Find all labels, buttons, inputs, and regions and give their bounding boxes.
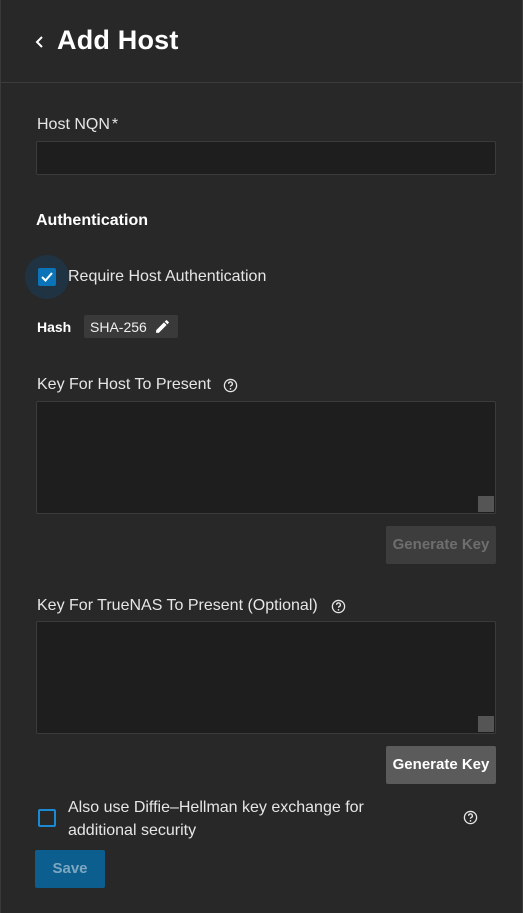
host-key-label: Key For Host To Present [37, 376, 211, 393]
check-icon [41, 272, 53, 282]
host-nqn-label-text: Host NQN [37, 116, 110, 133]
resize-handle[interactable] [478, 716, 494, 732]
page-title: Add Host [57, 25, 179, 55]
authentication-heading: Authentication [36, 212, 148, 229]
generate-host-key-button[interactable]: Generate Key [386, 526, 496, 564]
required-mark: * [111, 116, 119, 133]
help-circle-icon[interactable] [331, 599, 346, 614]
hash-label: Hash [37, 319, 72, 335]
help-circle-icon[interactable] [463, 810, 478, 825]
host-nqn-label: Host NQN * [37, 116, 118, 134]
chevron-left-icon[interactable] [34, 34, 46, 50]
require-auth-checkbox[interactable] [38, 268, 56, 286]
resize-handle[interactable] [478, 496, 494, 512]
pencil-icon[interactable] [154, 318, 171, 335]
add-host-panel: Add Host Host NQN * Authentication Requir… [0, 0, 523, 913]
panel-header: Add Host [1, 0, 523, 83]
host-nqn-input[interactable] [36, 141, 496, 175]
truenas-key-textarea[interactable] [36, 621, 496, 734]
help-circle-icon[interactable] [223, 378, 238, 393]
host-key-textarea[interactable] [36, 401, 496, 514]
save-button[interactable]: Save [35, 850, 105, 888]
generate-truenas-key-button[interactable]: Generate Key [386, 746, 496, 784]
require-auth-label[interactable]: Require Host Authentication [68, 268, 266, 286]
diffie-hellman-label[interactable]: Also use Diffie–Hellman key exchange for… [68, 796, 428, 842]
diffie-hellman-checkbox[interactable] [38, 809, 56, 827]
truenas-key-label: Key For TrueNAS To Present (Optional) [37, 597, 318, 614]
hash-chip[interactable]: SHA-256 [84, 315, 178, 338]
hash-value: SHA-256 [90, 319, 147, 335]
